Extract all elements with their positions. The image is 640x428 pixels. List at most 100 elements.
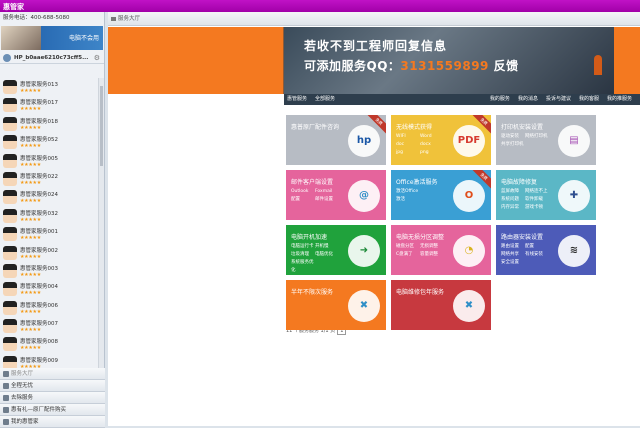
- rating-stars: ★★★★★: [20, 290, 41, 297]
- rating-stars: ★★★★★: [20, 216, 41, 223]
- service-tile[interactable]: 路由器安装设置 路由设置 配置网络共享 有线安装安全设置 ≋: [496, 225, 596, 275]
- contact-name: 惠管家服务052: [20, 137, 58, 144]
- nav-item-my-account[interactable]: 我的惠管家: [0, 416, 105, 428]
- tile-subitem: 系统问题: [501, 197, 519, 202]
- service-nav-link[interactable]: 我的推服务: [607, 96, 632, 102]
- tile-subitem: 驱动安装: [501, 134, 519, 139]
- service-tile[interactable]: 电脑无损分区调整 磁盘分区 无损调整 C盘满了 容量调整 ◔: [391, 225, 491, 275]
- contact-item[interactable]: 惠管家服务052 ★★★★★: [0, 133, 98, 151]
- tile-subitem: 有线安装: [525, 252, 543, 257]
- tile-title: 无线模式获得: [396, 124, 433, 131]
- tile-title: 电脑维修包年服务: [396, 289, 445, 296]
- tile-subitem: 网络连不上: [525, 189, 548, 194]
- rating-stars: ★★★★★: [20, 179, 41, 186]
- tile-subitem: png: [420, 150, 429, 155]
- contact-item[interactable]: 惠管家服务024 ★★★★★: [0, 188, 98, 206]
- tab-service-hall[interactable]: 服务大厅: [108, 12, 640, 26]
- contact-item[interactable]: 惠管家服务018 ★★★★★: [0, 115, 98, 133]
- scrollbar[interactable]: [98, 78, 104, 376]
- service-tile[interactable]: 邮件客户端设置 Outlook Foxmail 配置 邮件设置 @: [286, 170, 386, 220]
- settings-icon[interactable]: ⚙: [94, 54, 100, 62]
- service-nav-link[interactable]: 全部服务: [315, 96, 335, 102]
- contact-item[interactable]: 惠管家服务002 ★★★★★: [0, 244, 98, 262]
- service-nav-link[interactable]: 投诉与建议: [546, 96, 571, 102]
- service-tile[interactable]: 无线模式获得 WIFI Worddoc docxjpg png PDF 免费: [391, 115, 491, 165]
- avatar: [3, 227, 17, 242]
- service-tile[interactable]: Office激活服务 激活Office激活 O 免费: [391, 170, 491, 220]
- service-nav-right: 我的服务 我的消息 投诉与建议 我的客服 我的推服务: [482, 94, 632, 105]
- service-hotline: 服务电话：400-688-5080: [3, 15, 70, 21]
- plant-decoration: [594, 55, 602, 75]
- rating-stars: ★★★★★: [20, 88, 41, 94]
- service-tile[interactable]: 电脑故障修复 蓝屏故障 网络连不上系统问题 软件卸载内存异常 游戏卡顿 ✚: [496, 170, 596, 220]
- contact-item[interactable]: 惠管家服务022 ★★★★★: [0, 170, 98, 188]
- tile-subitem: 开机慢: [315, 244, 329, 249]
- contact-item[interactable]: 惠管家服务004 ★★★★★: [0, 280, 98, 298]
- tile-subitems: 驱动安装 网络打印机共享打印机: [501, 133, 561, 149]
- tile-subitem: 垃圾清理: [291, 252, 309, 257]
- contact-item[interactable]: 惠管家服务032 ★★★★★: [0, 207, 98, 225]
- contact-item[interactable]: 惠管家服务003 ★★★★★: [0, 262, 98, 280]
- contact-name: 惠管家服务002: [20, 247, 58, 254]
- contact-item[interactable]: 惠管家服务008 ★★★★★: [0, 335, 98, 353]
- tile-subitem: 游戏卡顿: [525, 205, 543, 210]
- hero-banner: 若收不到工程师回复信息 可添加服务QQ：3131559899 反馈: [108, 27, 640, 94]
- tile-title: 路由器安装设置: [501, 234, 544, 241]
- tile-subitem: WIFI: [396, 134, 406, 139]
- service-nav-link[interactable]: 我的客服: [579, 96, 599, 102]
- tile-title: 半年不限次服务: [291, 289, 334, 296]
- nav-item-remove-service[interactable]: 去除服务: [0, 392, 105, 404]
- rating-stars: ★★★★★: [20, 106, 41, 113]
- service-nav-link[interactable]: 我的服务: [490, 96, 510, 102]
- contact-name: 惠管家服务008: [20, 339, 58, 346]
- contact-item[interactable]: 惠管家服务007 ★★★★★: [0, 317, 98, 335]
- nav-item-parts-purchase[interactable]: 惠有礼—原厂配件购买: [0, 404, 105, 416]
- contact-name: 惠管家服务009: [20, 357, 58, 364]
- tools2-icon: ✖: [453, 290, 485, 322]
- promo-banner[interactable]: 电脑不会用: [1, 26, 103, 50]
- watermark-logo: ZOL: [530, 362, 598, 395]
- nav-item-worry-free[interactable]: 全程无忧: [0, 380, 105, 392]
- home-icon: [3, 371, 9, 377]
- contact-item[interactable]: 惠管家服务005 ★★★★★: [0, 152, 98, 170]
- contact-item[interactable]: 惠管家服务006 ★★★★★: [0, 299, 98, 317]
- scrollbar-thumb[interactable]: [100, 86, 103, 166]
- service-tile[interactable]: 打印机安装设置 驱动安装 网络打印机共享打印机 ▤: [496, 115, 596, 165]
- nav-item-service-hall[interactable]: 服务大厅: [0, 368, 105, 380]
- tile-subitem: Outlook: [291, 189, 309, 194]
- service-nav-link[interactable]: 我的消息: [518, 96, 538, 102]
- disk-icon: ◔: [453, 235, 485, 267]
- service-nav-link[interactable]: 惠管服务: [287, 96, 307, 102]
- engineer-list: 惠管家服务013 ★★★★★ 惠管家服务017 ★★★★★ 惠管家服务018 ★★★★★ 惠…: [0, 78, 98, 376]
- service-tile[interactable]: 电脑维修包年服务 ✖: [391, 280, 491, 330]
- tile-subitem: jpg: [396, 150, 403, 155]
- rating-stars: ★★★★★: [20, 161, 41, 168]
- contact-item[interactable]: 惠管家服务013 ★★★★★: [0, 78, 98, 96]
- contact-item[interactable]: 惠管家服务001 ★★★★★: [0, 225, 98, 243]
- tile-subitem: 磁盘分区: [396, 244, 414, 249]
- service-tile[interactable]: 电脑开机加速 电脑运行卡 开机慢垃圾清理 电脑优化系统服务优化 ➜: [286, 225, 386, 275]
- contact-item[interactable]: 惠管家服务017 ★★★★★: [0, 96, 98, 114]
- rating-stars: ★★★★★: [20, 271, 41, 278]
- service-tile[interactable]: 惠普原厂配件咨询 hp 免费: [286, 115, 386, 165]
- tile-subitems: 路由设置 配置网络共享 有线安装安全设置: [501, 243, 561, 267]
- tile-subitem: 蓝屏故障: [501, 189, 519, 194]
- contact-name: 惠管家服务032: [20, 210, 58, 217]
- avatar: [3, 190, 17, 205]
- avatar: [3, 263, 17, 278]
- avatar: [3, 80, 17, 94]
- service-tile[interactable]: 半年不限次服务 ✖: [286, 280, 386, 330]
- tile-subitem: Foxmail: [315, 189, 333, 194]
- hero-line-2: 可添加服务QQ：3131559899 反馈: [304, 59, 519, 73]
- tile-subitem: 容量调整: [420, 252, 438, 257]
- speed-icon: ➜: [348, 235, 380, 267]
- repair-icon: ✚: [558, 180, 590, 212]
- rating-stars: ★★★★★: [20, 253, 41, 260]
- rating-stars: ★★★★★: [20, 198, 41, 205]
- tile-title: 电脑故障修复: [501, 179, 538, 186]
- tile-subitem: doc: [396, 142, 405, 147]
- avatar: [3, 98, 17, 113]
- contact-name: 惠管家服务013: [20, 82, 58, 88]
- tile-subitem: 系统服务优化: [291, 260, 314, 273]
- pdf-icon: PDF: [453, 125, 485, 157]
